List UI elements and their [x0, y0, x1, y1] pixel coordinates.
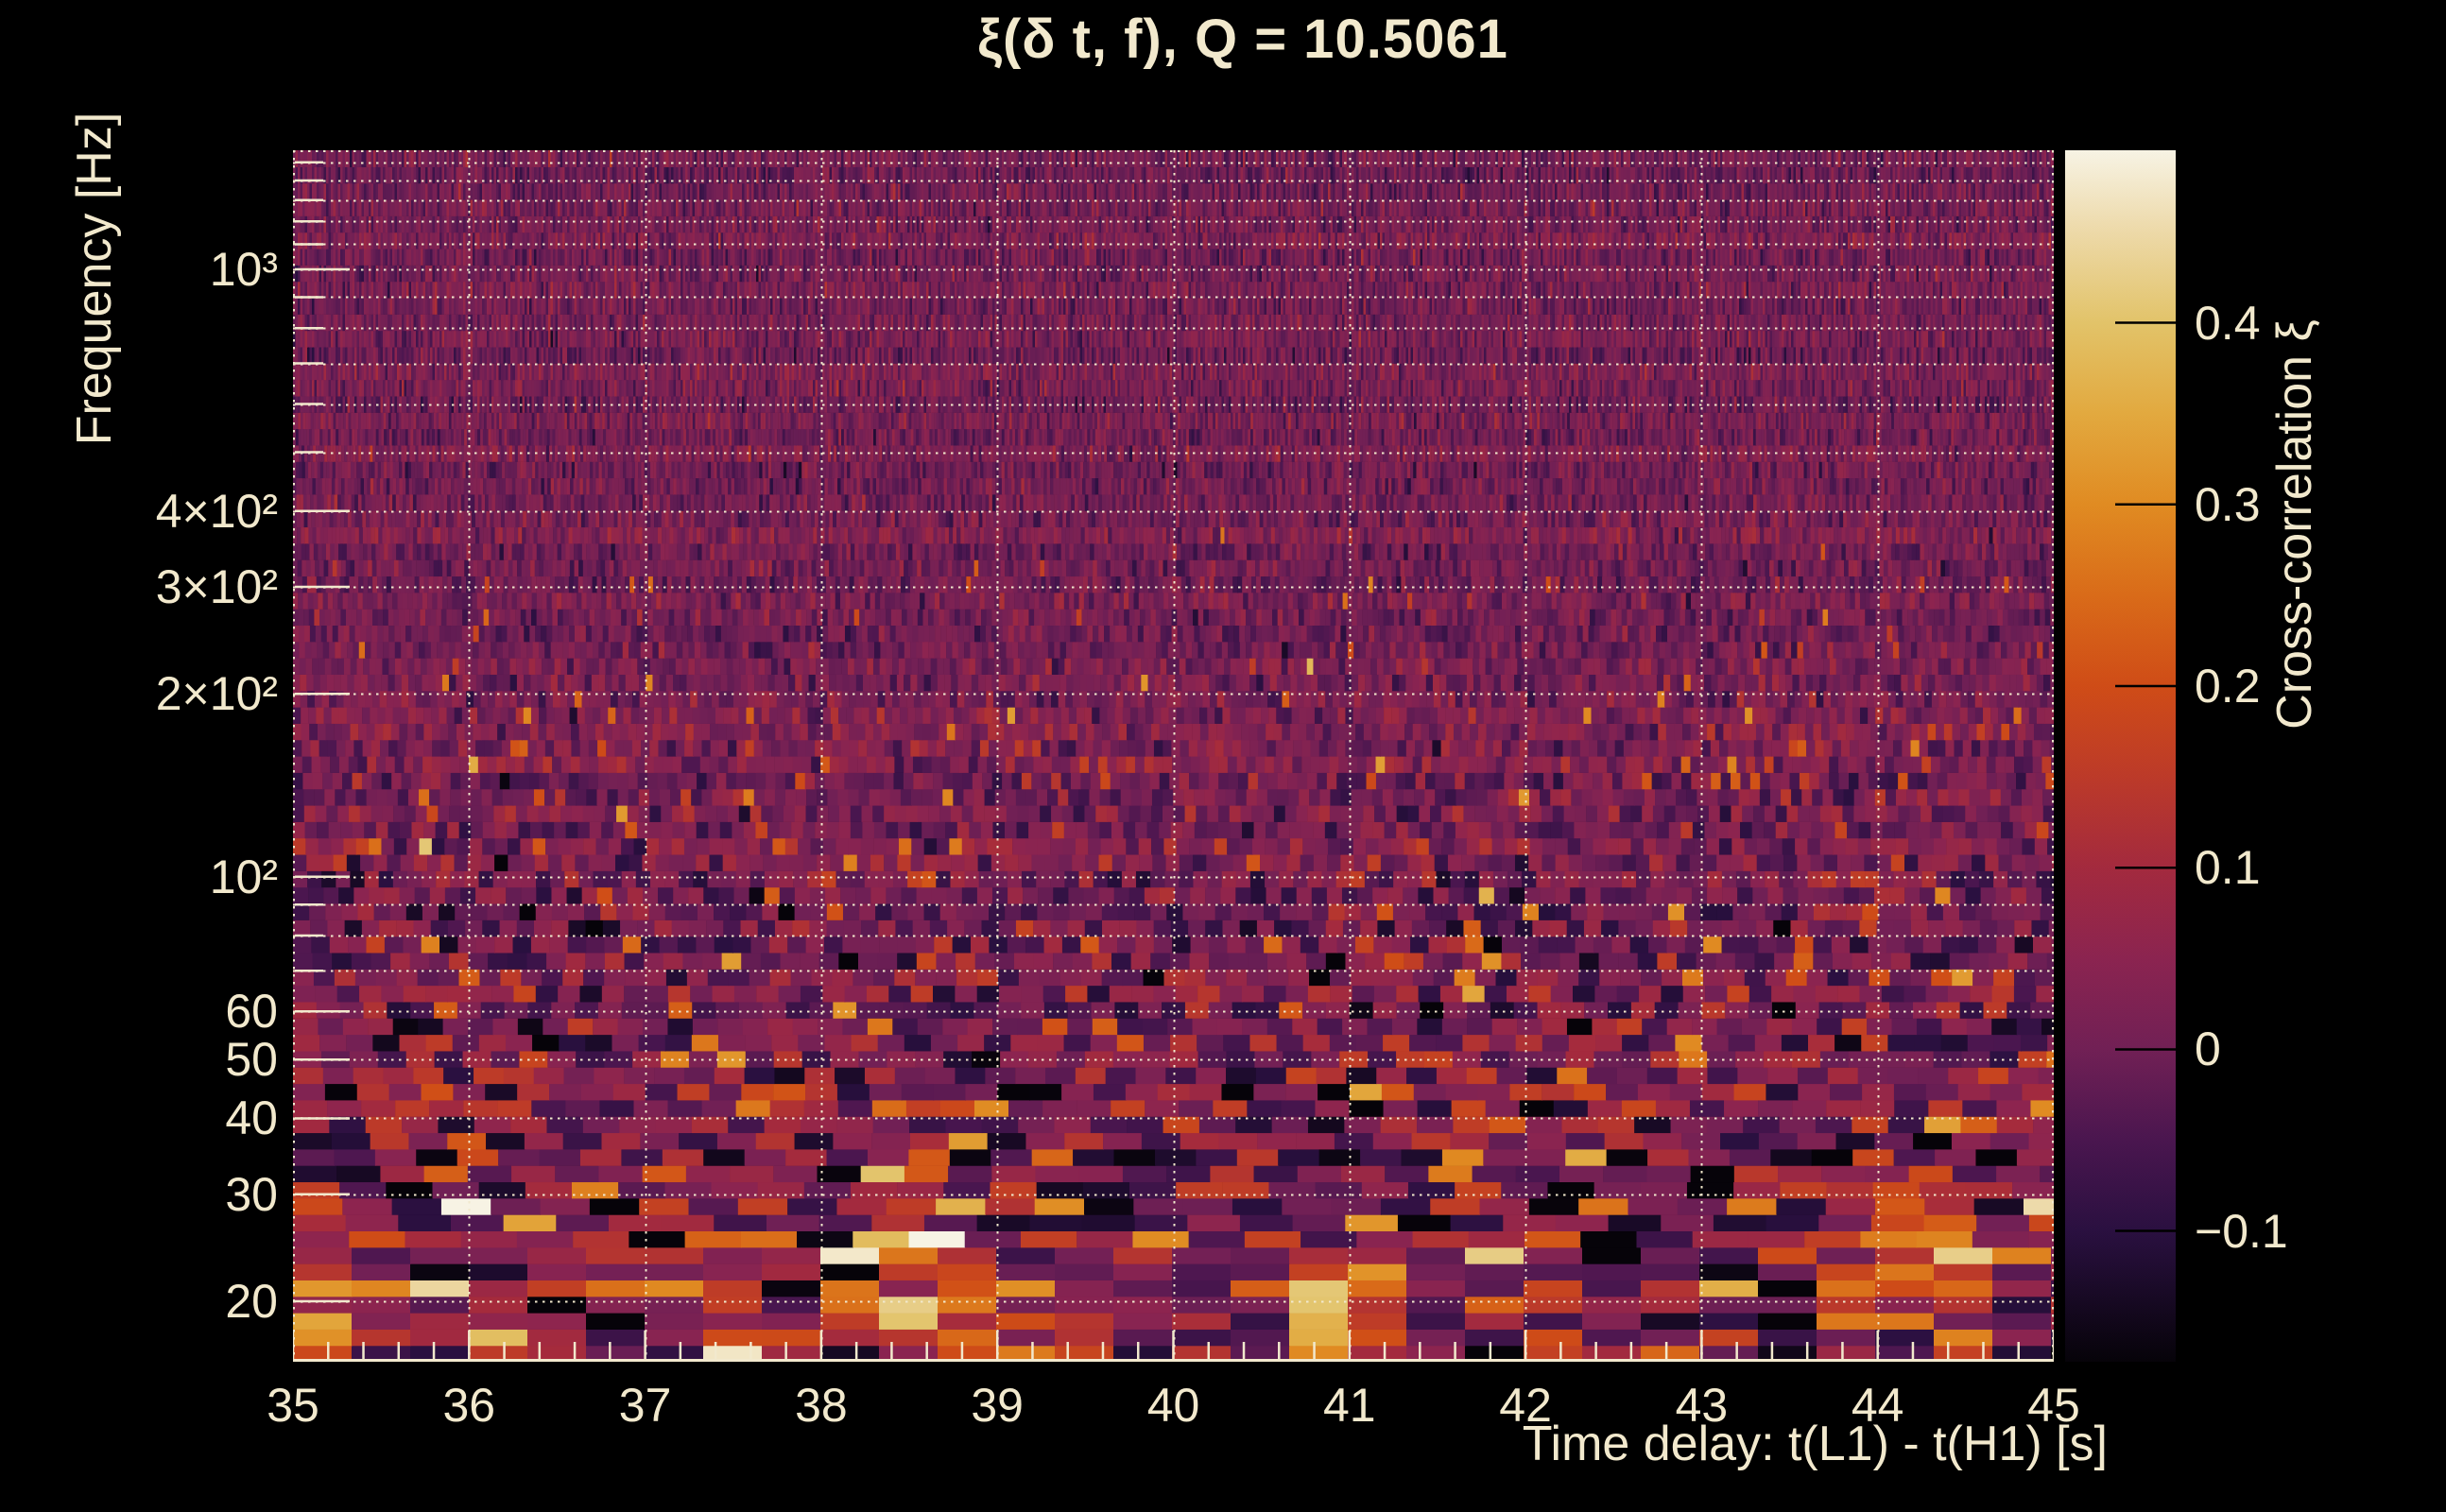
x-axis-title: Time delay: t(L1) - t(H1) [s]: [1522, 1417, 2108, 1471]
plot-title: ξ(δ t, f), Q = 10.5061: [977, 9, 1508, 70]
y-tick-label: 10³: [209, 243, 278, 297]
colorbar-tick-label: 0.4: [2195, 296, 2261, 350]
figure-root: ξ(δ t, f), Q = 10.5061 Frequency [Hz] Ti…: [0, 0, 2446, 1512]
x-tick-label: 35: [267, 1379, 319, 1432]
y-tick-label: 4×10²: [155, 484, 278, 538]
heatmap-canvas: [293, 150, 2054, 1362]
x-tick-label: 43: [1675, 1379, 1729, 1432]
y-tick-label: 60: [225, 985, 278, 1039]
x-tick-label: 45: [2027, 1379, 2080, 1432]
x-tick-label: 40: [1146, 1379, 1200, 1432]
y-tick-label: 40: [225, 1091, 278, 1145]
x-tick-label: 44: [1851, 1379, 1904, 1432]
x-tick-label: 42: [1499, 1379, 1552, 1432]
x-tick-label: 37: [618, 1379, 672, 1432]
x-tick-label: 41: [1322, 1379, 1376, 1432]
colorbar: [2065, 150, 2176, 1362]
y-tick-label: 2×10²: [155, 667, 278, 721]
colorbar-tick-label: 0.2: [2195, 660, 2261, 713]
colorbar-tick-label: 0.1: [2195, 841, 2261, 895]
colorbar-tick-label: −0.1: [2195, 1204, 2288, 1258]
colorbar-tick-label: 0.3: [2195, 477, 2261, 531]
x-tick-label: 38: [795, 1379, 848, 1432]
y-tick-label: 50: [225, 1033, 278, 1087]
y-tick-label: 10²: [209, 850, 278, 903]
y-tick-label: 20: [225, 1274, 278, 1328]
y-tick-label: 3×10²: [155, 560, 278, 614]
x-tick-label: 39: [971, 1379, 1024, 1432]
x-tick-label: 36: [442, 1379, 496, 1432]
y-tick-label: 30: [225, 1167, 278, 1221]
colorbar-tick-label: 0: [2195, 1022, 2221, 1076]
colorbar-title: Cross-correlation ξ: [2267, 319, 2322, 730]
